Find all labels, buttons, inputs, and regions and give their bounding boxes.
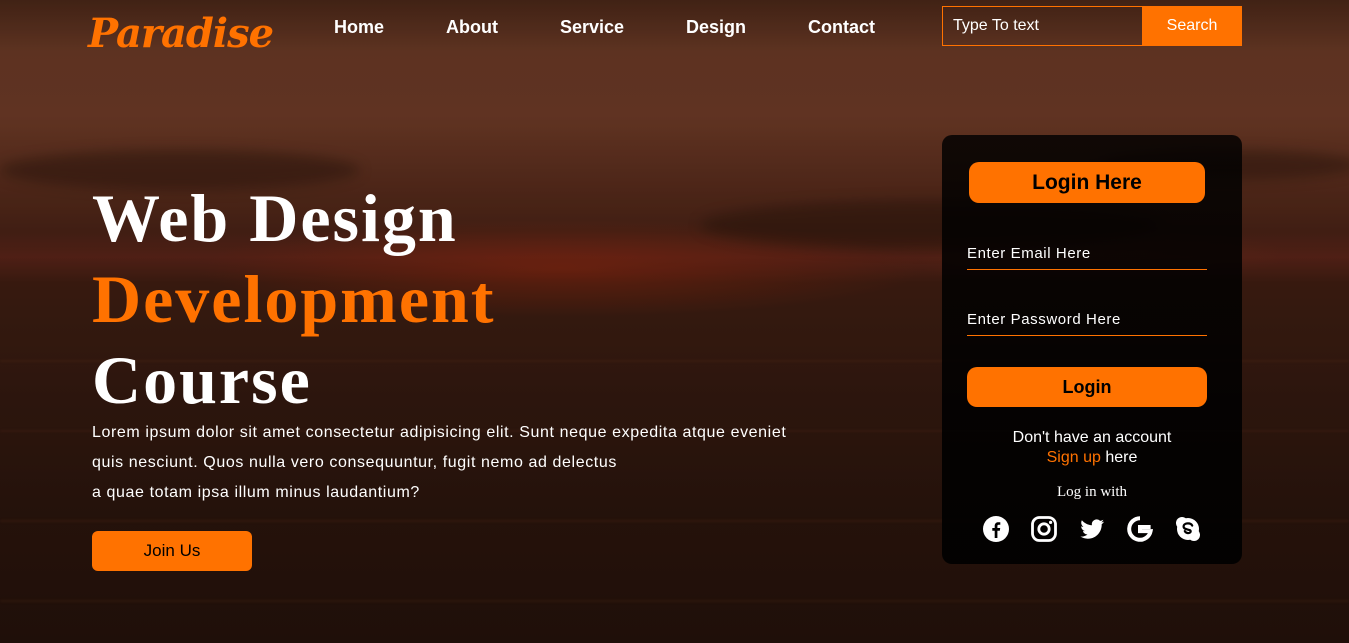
login-with-label: Log in with xyxy=(1057,484,1127,500)
nav-item-home[interactable]: Home xyxy=(334,17,384,38)
email-field[interactable] xyxy=(967,238,1207,270)
nav-item-design[interactable]: Design xyxy=(686,17,746,38)
login-card: Login Here Login Don't have an account S… xyxy=(942,135,1242,564)
login-card-title: Login Here xyxy=(969,162,1205,203)
signup-line: Sign up here xyxy=(942,448,1242,468)
search-input[interactable] xyxy=(942,6,1142,46)
password-field[interactable] xyxy=(967,304,1207,336)
skype-icon[interactable] xyxy=(1174,515,1202,543)
no-account-text: Don't have an account xyxy=(1012,429,1172,446)
google-icon[interactable] xyxy=(1126,515,1154,543)
search-bar: Search xyxy=(942,6,1242,46)
nav-item-service[interactable]: Service xyxy=(560,17,624,38)
hero-title-line-3: Course xyxy=(92,342,312,418)
hero-description-line: Lorem ipsum dolor sit amet consectetur a… xyxy=(92,424,787,441)
twitter-icon[interactable] xyxy=(1078,515,1106,543)
login-button[interactable]: Login xyxy=(967,367,1207,407)
hero-title-line-2: Development xyxy=(92,261,496,337)
nav-item-about[interactable]: About xyxy=(446,17,498,38)
facebook-icon[interactable] xyxy=(982,515,1010,543)
signup-suffix: here xyxy=(1100,449,1138,466)
nav-item-contact[interactable]: Contact xyxy=(808,17,875,38)
instagram-icon[interactable] xyxy=(1030,515,1058,543)
signup-prompt: Don't have an account Sign up here xyxy=(942,428,1242,468)
hero-description-line: quis nesciunt. Quos nulla vero consequun… xyxy=(92,454,617,471)
signup-link[interactable]: Sign up xyxy=(1047,449,1101,466)
hero-description: Lorem ipsum dolor sit amet consectetur a… xyxy=(92,418,852,508)
join-us-button[interactable]: Join Us xyxy=(92,531,252,571)
search-button[interactable]: Search xyxy=(1142,6,1242,46)
social-login-icons xyxy=(942,515,1242,545)
brand-logo[interactable]: Paradise xyxy=(88,10,274,57)
hero-title-line-1: Web Design xyxy=(92,180,458,256)
hero-description-line: a quae totam ipsa illum minus laudantium… xyxy=(92,484,420,501)
hero-title: Web Design Development Course xyxy=(92,178,495,421)
